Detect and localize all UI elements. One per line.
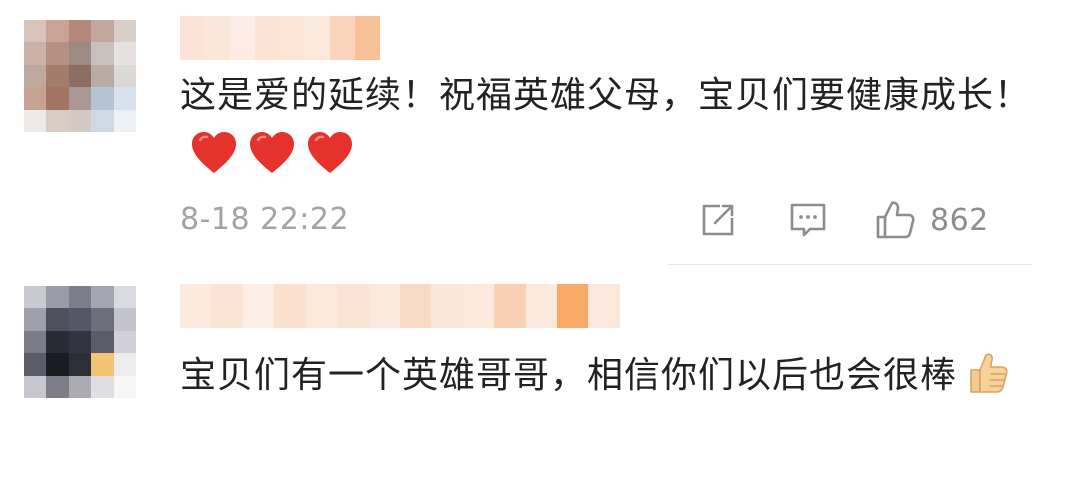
avatar-pixel: [68, 286, 92, 309]
avatar[interactable]: [24, 20, 136, 132]
username-pixel: [330, 16, 355, 60]
avatar-pixel: [68, 353, 92, 376]
avatar-pixel: [113, 87, 136, 110]
avatar-pixel: [113, 308, 136, 331]
username-pixel: [525, 284, 558, 328]
username-pixel: [399, 284, 432, 328]
avatar-pixel: [46, 353, 69, 376]
avatar-pixel: [91, 375, 114, 398]
reply-button[interactable]: [788, 198, 828, 242]
avatar-pixel: [46, 20, 69, 43]
comment-text: 宝贝们有一个英雄哥哥，相信你们以后也会很棒: [180, 355, 958, 396]
username-pixel: [305, 284, 338, 328]
avatar-pixel: [91, 109, 114, 132]
thumbs-up-emoji-icon: [961, 347, 1011, 397]
username-pixel: [211, 284, 243, 328]
username-pixel: [462, 284, 495, 328]
comment-timestamp: 8-18 22:22: [180, 202, 350, 237]
comment-bubble-icon: [788, 200, 828, 240]
username-pixel: [588, 284, 620, 328]
avatar-pixel: [113, 64, 136, 88]
avatar-pixel: [24, 353, 47, 376]
avatar-pixel: [113, 330, 136, 354]
share-button[interactable]: [698, 198, 738, 242]
avatar-pixel: [68, 42, 92, 65]
username-blurred[interactable]: [180, 284, 620, 328]
avatar-pixel: [46, 286, 69, 309]
red-heart-icon: [248, 131, 296, 175]
comment-content: 宝贝们有一个英雄哥哥，相信你们以后也会很棒: [180, 346, 1040, 406]
avatar-pixel: [24, 87, 47, 110]
comment-meta-row: 8-18 22:22 862: [180, 198, 1000, 242]
username-pixel: [205, 16, 230, 60]
red-heart-icon: [306, 131, 354, 175]
username-pixel: [180, 16, 205, 60]
comment-text: 这是爱的延续！祝福英雄父母，宝贝们要健康成长！: [180, 75, 1032, 116]
avatar-pixel: [24, 286, 47, 309]
avatar-pixel: [46, 375, 69, 398]
username-pixel: [355, 16, 380, 60]
avatar-pixel: [91, 330, 114, 354]
username-pixel: [230, 16, 255, 60]
avatar-pixel: [46, 109, 69, 132]
avatar-pixel: [113, 353, 136, 376]
share-icon: [698, 200, 738, 240]
like-button[interactable]: 862: [874, 198, 989, 242]
username-pixel: [280, 16, 305, 60]
avatar-pixel: [24, 109, 47, 132]
comment-item: 这是爱的延续！祝福英雄父母，宝贝们要健康成长！ 8-18 22:22 862: [0, 0, 1080, 265]
avatar-pixel: [91, 87, 114, 110]
avatar-pixel: [91, 64, 114, 88]
username-blurred[interactable]: [180, 16, 380, 60]
avatar-pixel: [91, 286, 114, 309]
avatar-pixel: [68, 330, 92, 354]
avatar-pixel: [113, 109, 136, 132]
avatar-pixel: [24, 308, 47, 331]
avatar-pixel: [91, 42, 114, 65]
avatar-pixel: [68, 109, 92, 132]
avatar-pixel: [113, 42, 136, 65]
username-pixel: [557, 284, 589, 328]
avatar-pixel: [24, 42, 47, 65]
avatar-pixel: [68, 375, 92, 398]
avatar-pixel: [68, 64, 92, 88]
avatar-pixel: [46, 42, 69, 65]
username-pixel: [242, 284, 275, 328]
username-pixel: [305, 16, 330, 60]
avatar-pixel: [113, 20, 136, 43]
username-pixel: [337, 284, 369, 328]
comment-item: 宝贝们有一个英雄哥哥，相信你们以后也会很棒: [0, 262, 1080, 479]
comment-content: 这是爱的延续！祝福英雄父母，宝贝们要健康成长！: [180, 66, 1040, 186]
red-heart-icon: [190, 131, 238, 175]
avatar-pixel: [113, 286, 136, 309]
avatar-pixel: [46, 330, 69, 354]
username-pixel: [368, 284, 400, 328]
username-pixel: [180, 284, 212, 328]
username-pixel: [494, 284, 526, 328]
avatar-pixel: [91, 308, 114, 331]
avatar-pixel: [113, 375, 136, 398]
avatar-pixel: [24, 375, 47, 398]
avatar-pixel: [68, 87, 92, 110]
like-count: 862: [930, 202, 989, 238]
avatar-pixel: [46, 308, 69, 331]
avatar-pixel: [24, 20, 47, 43]
avatar-pixel: [24, 330, 47, 354]
thumbs-up-icon: [874, 198, 918, 242]
avatar-pixel: [46, 87, 69, 110]
avatar-pixel: [91, 20, 114, 43]
username-pixel: [431, 284, 463, 328]
avatar-pixel: [24, 64, 47, 88]
username-pixel: [255, 16, 280, 60]
avatar-pixel: [46, 64, 69, 88]
avatar-pixel: [91, 353, 114, 376]
avatar[interactable]: [24, 286, 136, 398]
avatar-pixel: [68, 308, 92, 331]
avatar-pixel: [68, 20, 92, 43]
username-pixel: [274, 284, 306, 328]
